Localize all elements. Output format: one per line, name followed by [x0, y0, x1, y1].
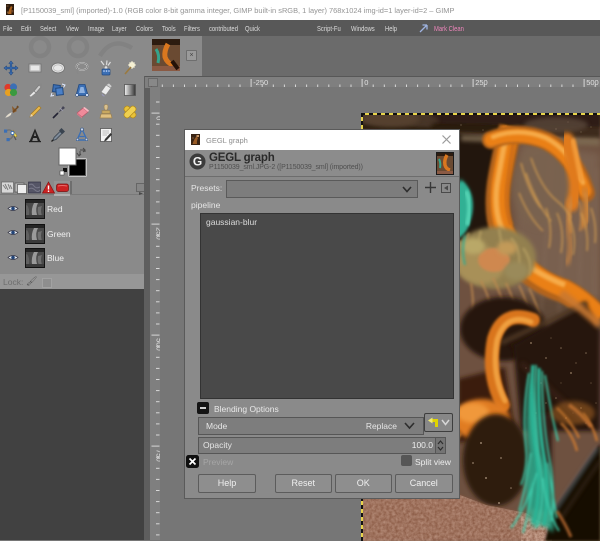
svg-text:0: 0	[364, 78, 368, 87]
svg-text:G: G	[193, 154, 202, 168]
svg-text:250: 250	[475, 78, 488, 87]
svg-text:500: 500	[586, 78, 599, 87]
svg-text:-250: -250	[253, 78, 268, 87]
